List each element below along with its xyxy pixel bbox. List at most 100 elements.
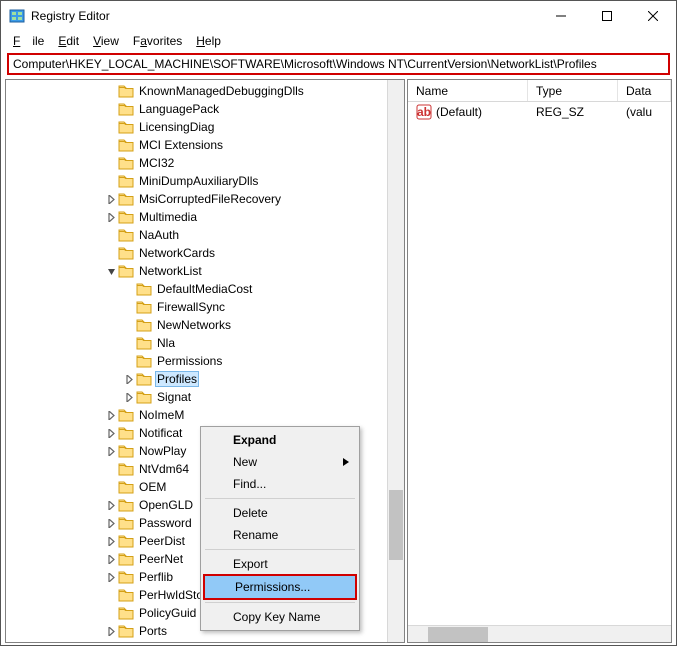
tree-item-label: Ports [137, 623, 169, 639]
expand-closed-icon[interactable] [104, 213, 118, 222]
expand-closed-icon[interactable] [104, 627, 118, 636]
tree-item-label: MiniDumpAuxiliaryDlls [137, 173, 260, 189]
tree-item[interactable]: MCI Extensions [6, 136, 404, 154]
expand-closed-icon[interactable] [122, 393, 136, 402]
tree-item[interactable]: NewNetworks [6, 316, 404, 334]
expand-closed-icon[interactable] [104, 447, 118, 456]
tree-item-label: NoImeM [137, 407, 186, 423]
tree-item[interactable]: DefaultMediaCost [6, 280, 404, 298]
title-bar: Registry Editor [1, 1, 676, 31]
value-row[interactable]: ab(Default)REG_SZ(valu [408, 102, 671, 120]
tree-item[interactable]: Nla [6, 334, 404, 352]
folder-icon [136, 300, 152, 314]
folder-icon [136, 372, 152, 386]
folder-icon [136, 282, 152, 296]
menu-item-label: New [233, 455, 257, 469]
string-value-icon: ab [416, 104, 432, 120]
expand-closed-icon[interactable] [104, 573, 118, 582]
value-data: (valu [618, 105, 660, 119]
folder-icon [118, 516, 134, 530]
menu-separator [205, 498, 355, 499]
menu-bar: File Edit View Favorites Help [1, 31, 676, 51]
tree-item[interactable]: Permissions [6, 352, 404, 370]
column-type[interactable]: Type [528, 80, 618, 101]
close-button[interactable] [630, 1, 676, 31]
value-name: (Default) [436, 105, 482, 119]
folder-icon [118, 264, 134, 278]
tree-item-label: Nla [155, 335, 177, 351]
tree-item[interactable]: NaAuth [6, 226, 404, 244]
expand-closed-icon[interactable] [104, 411, 118, 420]
menu-item-permissions[interactable]: Permissions... [205, 576, 355, 598]
scroll-thumb[interactable] [428, 627, 488, 642]
tree-item[interactable]: Multimedia [6, 208, 404, 226]
folder-icon [118, 138, 134, 152]
tree-item[interactable]: Profiles [6, 370, 404, 388]
maximize-button[interactable] [584, 1, 630, 31]
menu-edit[interactable]: Edit [52, 32, 85, 50]
menu-view[interactable]: View [87, 32, 125, 50]
tree-item-label: NetworkCards [137, 245, 217, 261]
expand-closed-icon[interactable] [104, 537, 118, 546]
tree-item[interactable]: LicensingDiag [6, 118, 404, 136]
tree-item-label: OEM [137, 479, 168, 495]
tree-item[interactable]: FirewallSync [6, 298, 404, 316]
expand-closed-icon[interactable] [104, 429, 118, 438]
column-data[interactable]: Data [618, 80, 671, 101]
column-name[interactable]: Name [408, 80, 528, 101]
menu-favorites[interactable]: Favorites [127, 32, 188, 50]
folder-icon [118, 84, 134, 98]
vertical-scrollbar[interactable] [387, 80, 404, 642]
tree-item[interactable]: Signat [6, 388, 404, 406]
tree-item[interactable]: NoImeM [6, 406, 404, 424]
tree-item-label: NetworkList [137, 263, 204, 279]
minimize-button[interactable] [538, 1, 584, 31]
tree-item-label: KnownManagedDebuggingDlls [137, 83, 306, 99]
menu-item-copy-key-name[interactable]: Copy Key Name [203, 606, 357, 628]
tree-item[interactable]: MiniDumpAuxiliaryDlls [6, 172, 404, 190]
tree-item-label: LanguagePack [137, 101, 221, 117]
values-header: Name Type Data [408, 80, 671, 102]
expand-closed-icon[interactable] [122, 375, 136, 384]
tree-item[interactable]: NetworkCards [6, 244, 404, 262]
address-bar[interactable]: Computer\HKEY_LOCAL_MACHINE\SOFTWARE\Mic… [7, 53, 670, 75]
menu-item-find[interactable]: Find... [203, 473, 357, 495]
folder-icon [118, 426, 134, 440]
tree-item-label: MsiCorruptedFileRecovery [137, 191, 283, 207]
tree-item[interactable]: LanguagePack [6, 100, 404, 118]
folder-icon [118, 588, 134, 602]
menu-separator [205, 602, 355, 603]
menu-item-expand[interactable]: Expand [203, 429, 357, 451]
menu-separator [205, 549, 355, 550]
menu-file[interactable]: File [7, 32, 50, 50]
tree-item-label: NtVdm64 [137, 461, 191, 477]
tree-item-label: Multimedia [137, 209, 199, 225]
expand-closed-icon[interactable] [104, 195, 118, 204]
tree-item[interactable]: MCI32 [6, 154, 404, 172]
menu-item-export[interactable]: Export [203, 553, 357, 575]
tree-item[interactable]: Prefetcher [6, 640, 404, 643]
tree-item-label: PeerNet [137, 551, 185, 567]
scroll-thumb[interactable] [389, 490, 403, 560]
folder-icon [136, 390, 152, 404]
expand-closed-icon[interactable] [104, 501, 118, 510]
tree-item-label: NaAuth [137, 227, 181, 243]
expand-open-icon[interactable] [104, 267, 118, 276]
menu-item-new[interactable]: New [203, 451, 357, 473]
menu-help[interactable]: Help [190, 32, 227, 50]
svg-text:ab: ab [417, 105, 431, 119]
expand-closed-icon[interactable] [104, 519, 118, 528]
tree-item[interactable]: KnownManagedDebuggingDlls [6, 82, 404, 100]
values-pane[interactable]: Name Type Data ab(Default)REG_SZ(valu [407, 79, 672, 643]
horizontal-scrollbar[interactable] [408, 625, 671, 642]
folder-icon [136, 354, 152, 368]
tree-item-label: Prefetcher [137, 641, 196, 643]
menu-item-rename[interactable]: Rename [203, 524, 357, 546]
tree-item-label: MCI Extensions [137, 137, 225, 153]
tree-item[interactable]: NetworkList [6, 262, 404, 280]
menu-item-delete[interactable]: Delete [203, 502, 357, 524]
tree-item-label: Permissions [155, 353, 224, 369]
tree-item-label: OpenGLD [137, 497, 195, 513]
expand-closed-icon[interactable] [104, 555, 118, 564]
tree-item[interactable]: MsiCorruptedFileRecovery [6, 190, 404, 208]
